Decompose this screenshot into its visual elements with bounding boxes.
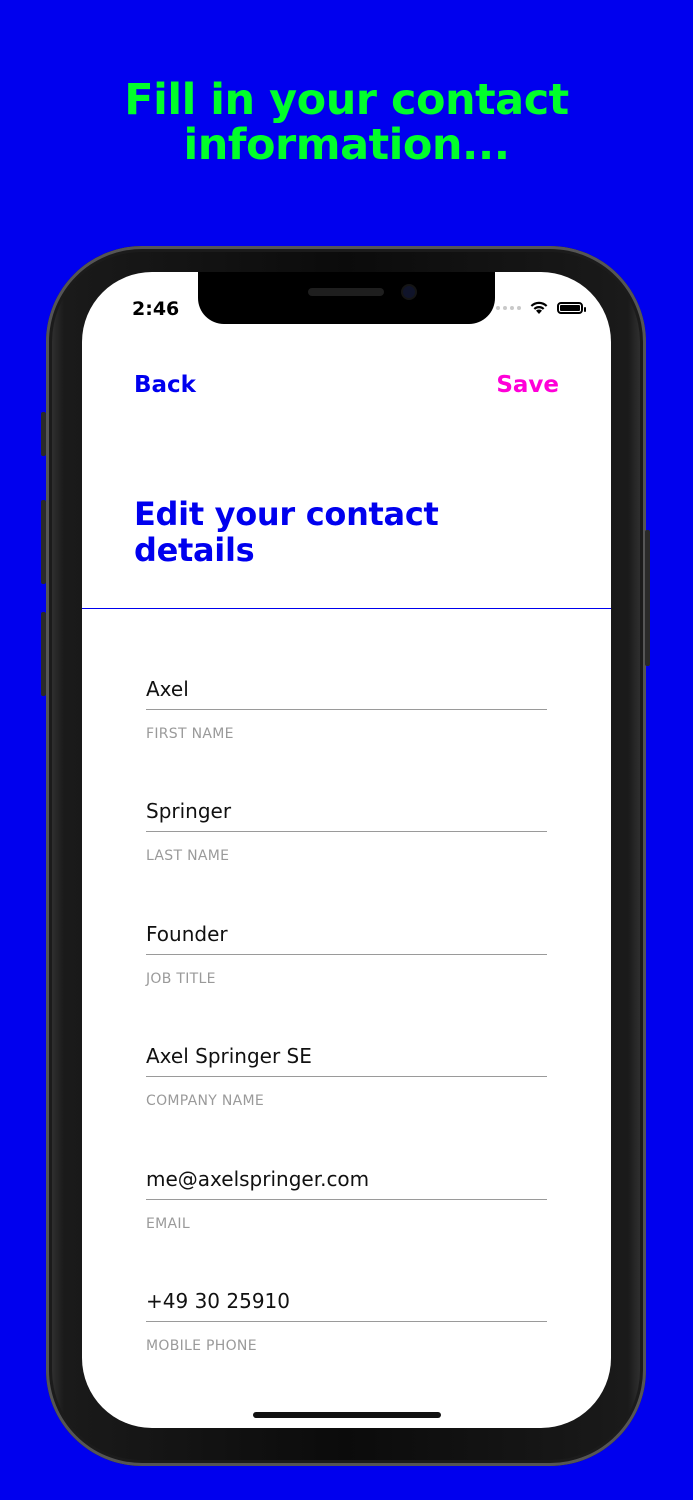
header-divider [82,608,611,609]
mobile-phone-field: MOBILE PHONE [146,1289,547,1354]
back-button[interactable]: Back [134,372,196,398]
last-name-label: LAST NAME [146,848,230,864]
save-button[interactable]: Save [496,372,559,398]
promo-title: Fill in your contact information... [0,78,693,168]
email-field: EMAIL [146,1167,547,1232]
home-indicator[interactable] [253,1412,441,1418]
last-name-field: LAST NAME [146,799,547,864]
first-name-field: FIRST NAME [146,677,547,742]
status-time: 2:46 [132,298,180,320]
company-name-label: COMPANY NAME [146,1093,265,1109]
front-camera [403,286,415,298]
mobile-phone-label: MOBILE PHONE [146,1338,257,1354]
speaker-grille [308,288,384,296]
phone-volume-down-button [41,612,46,696]
first-name-input[interactable] [146,677,547,710]
page-title: Edit your contact details [134,495,439,569]
phone-volume-up-button [41,500,46,584]
company-name-input[interactable] [146,1044,547,1077]
battery-icon [557,301,586,314]
email-input[interactable] [146,1167,547,1200]
email-label: EMAIL [146,1216,190,1232]
promo-title-line-2: information... [183,120,510,170]
notch [198,272,495,324]
phone-silent-switch [41,412,46,456]
company-name-field: COMPANY NAME [146,1044,547,1109]
promo-title-line-1: Fill in your contact [124,75,569,125]
status-icons [496,300,586,315]
battery-fill [560,304,580,311]
last-name-input[interactable] [146,799,547,832]
phone-screen: 2:46 Back Save Edit your contact details… [82,272,611,1428]
job-title-input[interactable] [146,922,547,955]
job-title-label: JOB TITLE [146,971,216,987]
wifi-icon [530,301,548,314]
first-name-label: FIRST NAME [146,726,234,742]
job-title-field: JOB TITLE [146,922,547,987]
signal-icon [496,305,521,310]
phone-power-button [645,530,650,666]
mobile-phone-input[interactable] [146,1289,547,1322]
